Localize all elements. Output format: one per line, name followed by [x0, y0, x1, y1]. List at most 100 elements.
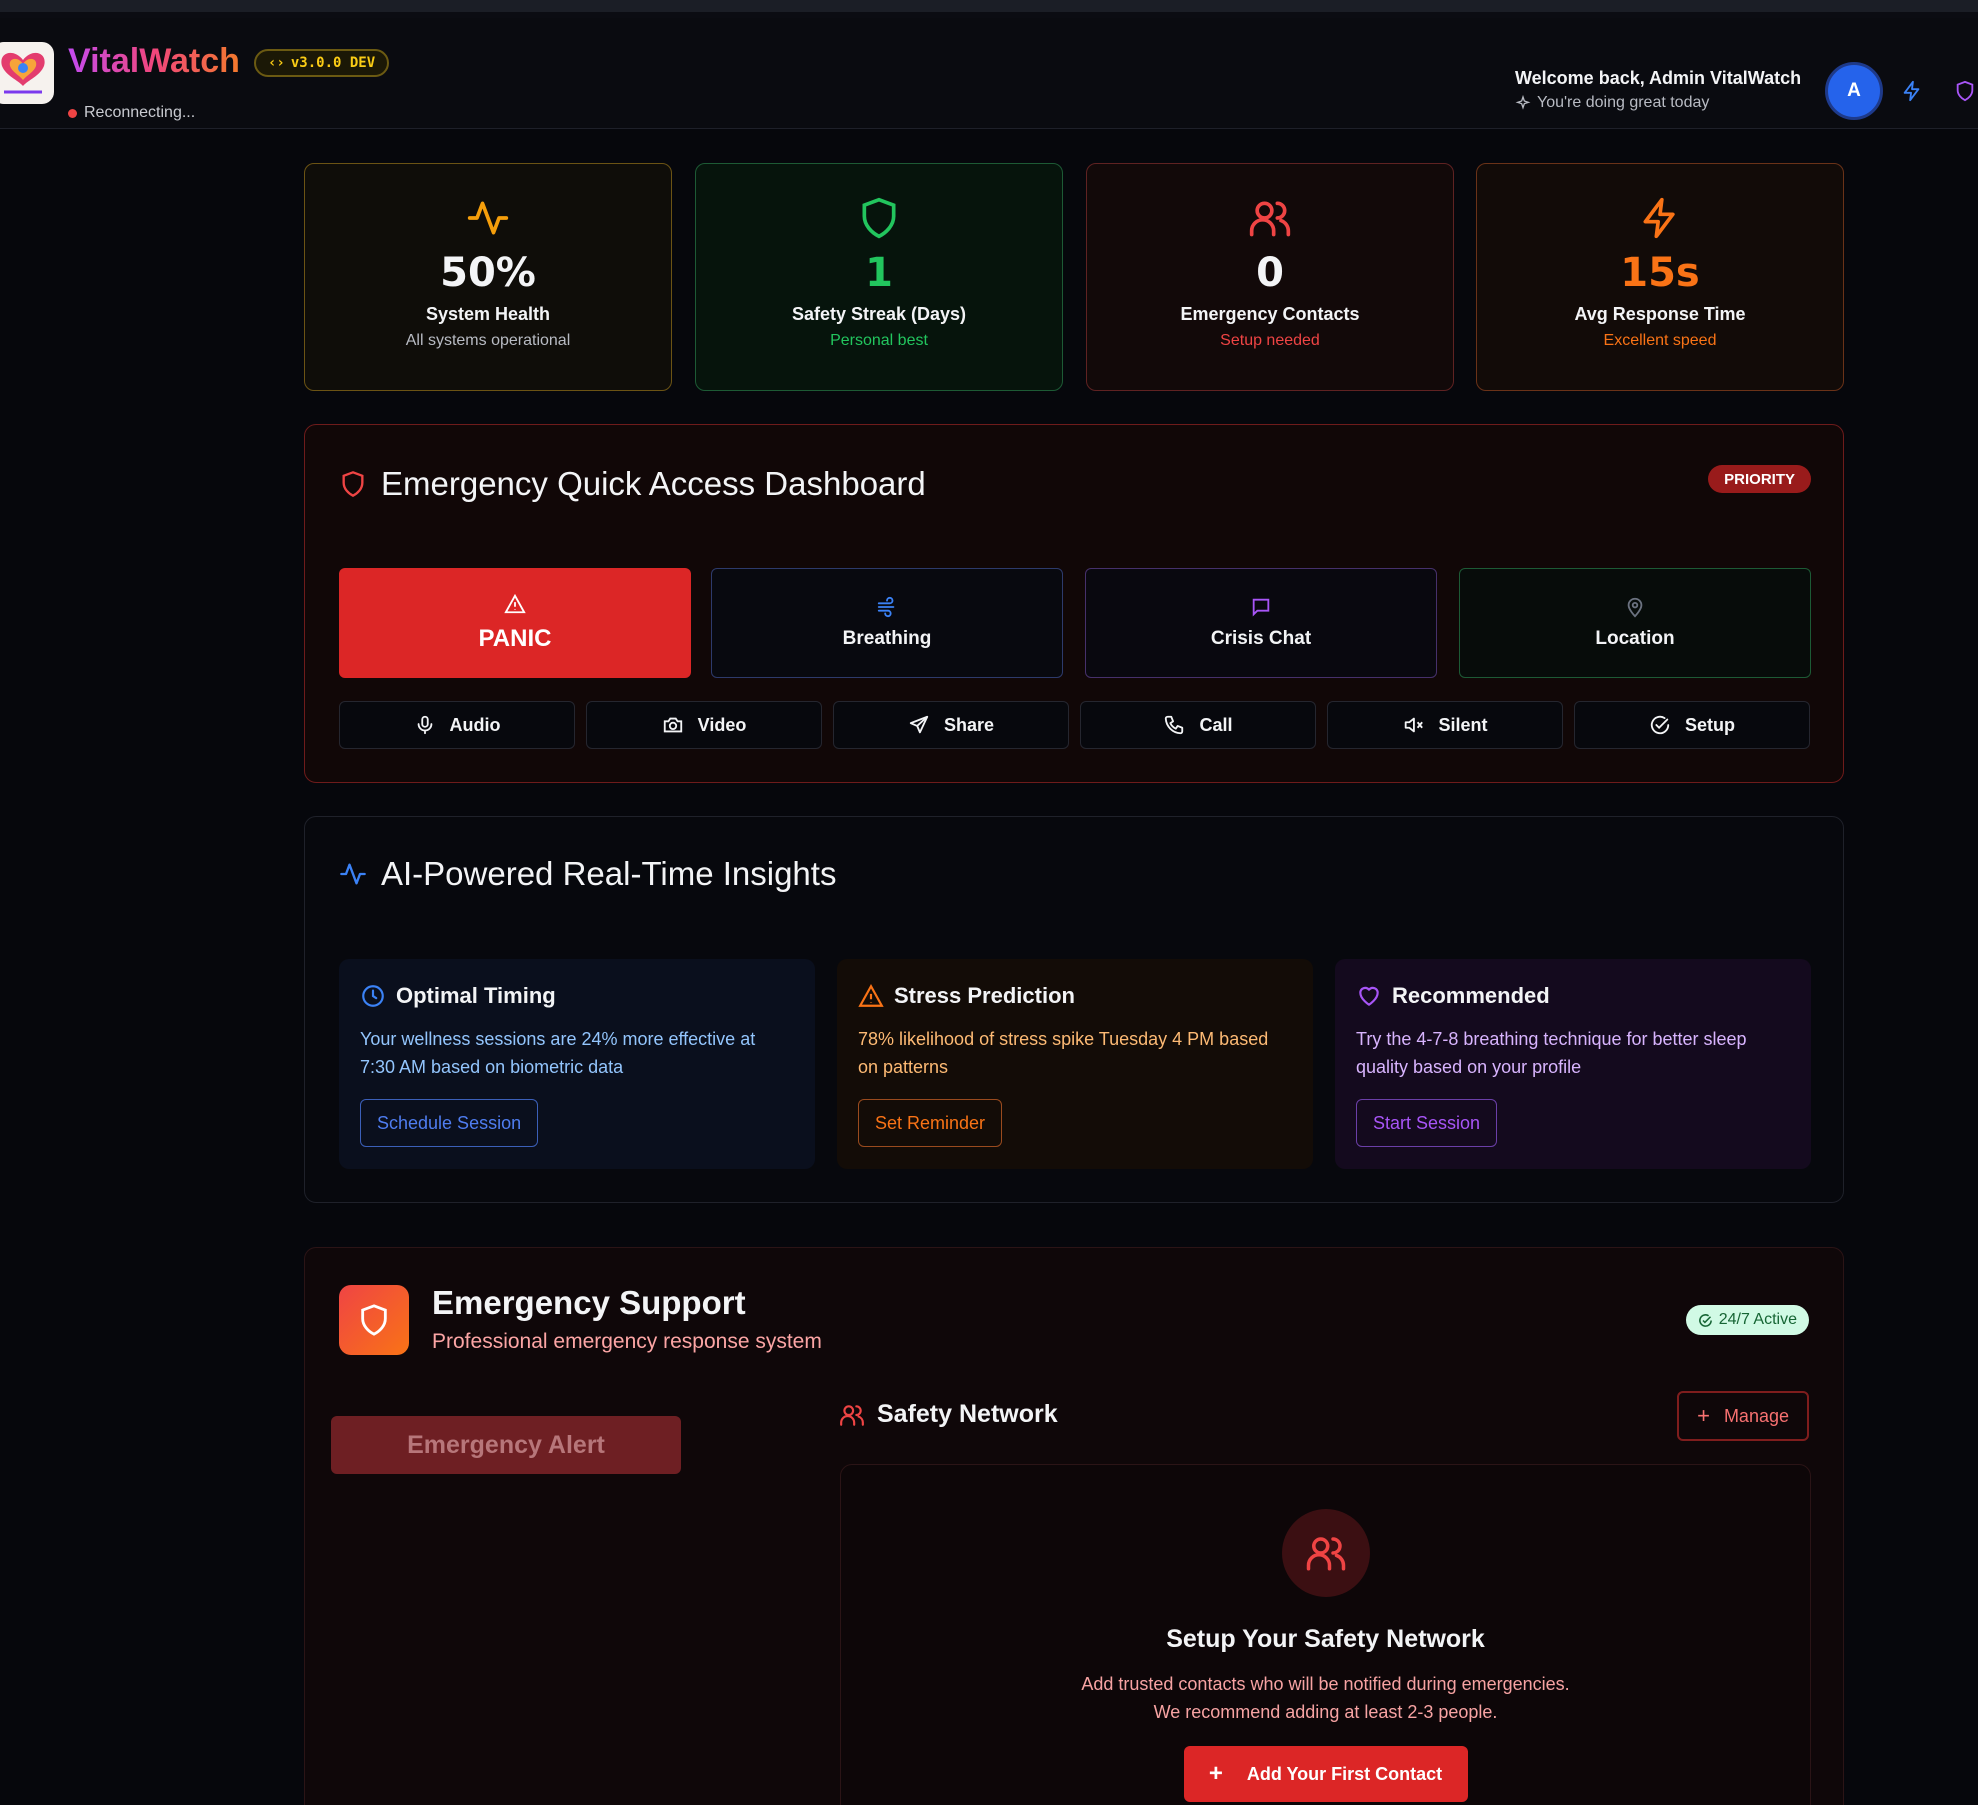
- add-first-contact-label: Add Your First Contact: [1246, 1763, 1443, 1784]
- user-avatar[interactable]: A: [1825, 62, 1883, 120]
- manage-button[interactable]: + Manage: [1677, 1391, 1809, 1441]
- priority-badge: PRIORITY: [1708, 465, 1811, 493]
- shield-icon: [857, 196, 901, 240]
- emergency-quick-access-panel: Emergency Quick Access Dashboard PRIORIT…: [304, 424, 1844, 783]
- insight-title-text: Optimal Timing: [396, 983, 556, 1008]
- panel-title: AI-Powered Real-Time Insights: [339, 855, 836, 893]
- browser-top-strip: [0, 0, 1978, 12]
- video-button-label: Video: [697, 714, 747, 735]
- set-reminder-button[interactable]: Set Reminder: [858, 1099, 1003, 1147]
- insight-title-text: Recommended: [1392, 983, 1550, 1008]
- activity-icon: [339, 860, 367, 888]
- send-icon: [908, 714, 930, 736]
- wind-icon: [876, 596, 898, 618]
- users-icon: [1248, 196, 1292, 240]
- panic-button-label: PANIC: [478, 625, 552, 652]
- status-dot: [68, 108, 77, 118]
- app-brand-name: VitalWatch: [68, 42, 240, 80]
- stat-subtext: All systems operational: [405, 332, 571, 349]
- location-button[interactable]: Location: [1459, 568, 1811, 678]
- lightning-icon: [1638, 196, 1682, 240]
- check-circle-icon: [1649, 714, 1671, 736]
- version-badge: ‹› v3.0.0 DEV: [254, 49, 390, 77]
- safety-network-empty-state: Setup Your Safety Network Add trusted co…: [840, 1464, 1811, 1805]
- emergency-support-panel: Emergency Support Professional emergency…: [304, 1247, 1844, 1805]
- stat-card-system-health: 50% System Health All systems operationa…: [304, 163, 672, 391]
- stat-label: System Health: [425, 304, 551, 324]
- emergency-alert-button[interactable]: Emergency Alert: [331, 1416, 681, 1474]
- welcome-block: Welcome back, Admin VitalWatch You're do…: [1515, 68, 1801, 112]
- schedule-session-button[interactable]: Schedule Session: [360, 1099, 539, 1147]
- silent-button-label: Silent: [1438, 714, 1488, 735]
- audio-button[interactable]: Audio: [339, 701, 575, 749]
- share-button-label: Share: [943, 714, 995, 735]
- stat-value: 15s: [1620, 250, 1700, 296]
- check-circle-icon: [1698, 1313, 1713, 1328]
- insight-body: Try the 4-7-8 breathing technique for be…: [1356, 1029, 1747, 1077]
- users-icon: [1305, 1532, 1347, 1574]
- insight-card-stress-prediction: Stress Prediction 78% likelihood of stre…: [837, 959, 1313, 1169]
- insight-title-text: Stress Prediction: [894, 983, 1075, 1008]
- video-button[interactable]: Video: [586, 701, 822, 749]
- activity-icon: [466, 196, 510, 240]
- plus-icon: +: [1697, 1403, 1710, 1428]
- active-badge-label: 24/7 Active: [1718, 1311, 1797, 1328]
- app-logo[interactable]: [0, 42, 54, 104]
- support-title: Emergency Support: [432, 1284, 746, 1321]
- app-header: VitalWatch ‹› v3.0.0 DEV Reconnecting...…: [0, 18, 1978, 129]
- lightning-icon[interactable]: [1901, 80, 1923, 102]
- stat-value: 0: [1256, 250, 1284, 296]
- users-icon: [839, 1402, 865, 1428]
- users-icon-circle: [1281, 1509, 1370, 1597]
- shield-icon[interactable]: [1954, 80, 1976, 102]
- welcome-subtitle-text: You're doing great today: [1537, 94, 1710, 111]
- silent-button[interactable]: Silent: [1327, 701, 1563, 749]
- alert-triangle-icon: [858, 983, 884, 1009]
- add-first-contact-button[interactable]: + Add Your First Contact: [1183, 1746, 1468, 1802]
- safety-network-title-text: Safety Network: [877, 1400, 1058, 1428]
- stat-label: Emergency Contacts: [1180, 304, 1360, 324]
- stat-value: 50%: [440, 250, 536, 296]
- setup-network-line-2: We recommend adding at least 2-3 people.: [1153, 1702, 1498, 1722]
- insight-body: Your wellness sessions are 24% more effe…: [360, 1029, 756, 1077]
- setup-network-line-1: Add trusted contacts who will be notifie…: [1081, 1674, 1570, 1694]
- insight-card-recommended: Recommended Try the 4-7-8 breathing tech…: [1335, 959, 1811, 1169]
- panel-title-text: Emergency Quick Access Dashboard: [381, 465, 926, 502]
- safety-network-title: Safety Network: [839, 1400, 1058, 1429]
- version-label: v3.0.0 DEV: [290, 55, 376, 71]
- panel-title-text: AI-Powered Real-Time Insights: [381, 855, 837, 892]
- map-pin-icon: [1624, 596, 1646, 618]
- welcome-subtitle: You're doing great today: [1515, 94, 1801, 112]
- alert-triangle-icon: [504, 593, 526, 615]
- stat-subtext: Personal best: [830, 332, 928, 349]
- ai-insights-panel: AI-Powered Real-Time Insights Optimal Ti…: [304, 816, 1844, 1203]
- call-button[interactable]: Call: [1080, 701, 1316, 749]
- audio-button-label: Audio: [449, 714, 501, 735]
- stat-subtext: Excellent speed: [1603, 332, 1717, 349]
- volume-mute-icon: [1402, 714, 1424, 736]
- start-session-button[interactable]: Start Session: [1356, 1099, 1498, 1147]
- manage-button-label: Manage: [1723, 1405, 1789, 1426]
- insight-card-optimal-timing: Optimal Timing Your wellness sessions ar…: [339, 959, 815, 1169]
- shield-icon: [339, 1285, 409, 1355]
- setup-network-heading: Setup Your Safety Network: [1166, 1625, 1485, 1653]
- setup-button[interactable]: Setup: [1574, 701, 1810, 749]
- breathing-button-label: Breathing: [842, 628, 932, 649]
- connection-status-label: Reconnecting...: [84, 104, 196, 121]
- camera-icon: [662, 714, 684, 736]
- insight-title: Recommended: [1356, 983, 1790, 1009]
- share-button[interactable]: Share: [833, 701, 1069, 749]
- stat-label: Safety Streak (Days): [791, 304, 967, 324]
- panic-button[interactable]: PANIC: [339, 568, 691, 678]
- setup-network-description: Add trusted contacts who will be notifie…: [841, 1670, 1810, 1726]
- code-icon: ‹›: [268, 55, 285, 71]
- breathing-button[interactable]: Breathing: [711, 568, 1063, 678]
- plus-icon: +: [1208, 1760, 1223, 1787]
- connection-status: Reconnecting...: [68, 104, 195, 122]
- crisis-chat-button[interactable]: Crisis Chat: [1085, 568, 1437, 678]
- stat-card-emergency-contacts: 0 Emergency Contacts Setup needed: [1086, 163, 1454, 391]
- sparkle-icon: [1515, 95, 1531, 111]
- panel-title: Emergency Quick Access Dashboard: [339, 465, 926, 503]
- setup-button-label: Setup: [1684, 714, 1735, 735]
- stat-subtext: Setup needed: [1220, 332, 1320, 349]
